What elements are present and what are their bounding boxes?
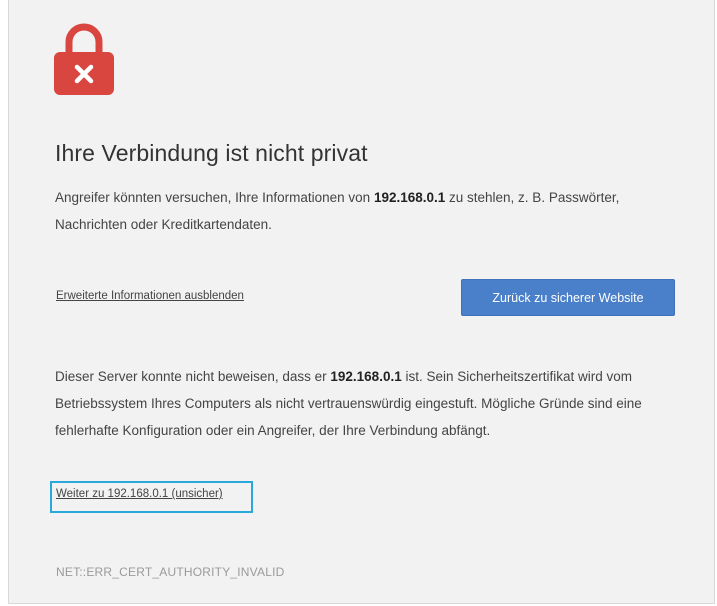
explanation-text-before: Dieser Server konnte nicht beweisen, das… xyxy=(55,369,331,384)
page-title: Ihre Verbindung ist nicht privat xyxy=(55,140,368,166)
explanation-host: 192.168.0.1 xyxy=(330,369,402,384)
intro-host: 192.168.0.1 xyxy=(373,190,446,205)
explanation-text: Dieser Server konnte nicht beweisen, das… xyxy=(55,363,685,444)
back-to-safety-button[interactable]: Zurück zu sicherer Website xyxy=(461,279,675,316)
intro-text: Angreifer könnten versuchen, Ihre Inform… xyxy=(55,184,655,238)
error-code: NET::ERR_CERT_AUTHORITY_INVALID xyxy=(56,565,285,579)
interstitial-panel: Ihre Verbindung ist nicht privat Angreif… xyxy=(8,0,715,604)
hide-details-link[interactable]: Erweiterte Informationen ausblenden xyxy=(56,290,244,302)
page: Ihre Verbindung ist nicht privat Angreif… xyxy=(0,0,717,606)
proceed-unsafe-link[interactable]: Weiter zu 192.168.0.1 (unsicher) xyxy=(56,488,223,500)
intro-text-before: Angreifer könnten versuchen, Ihre Inform… xyxy=(55,190,374,205)
broken-lock-icon xyxy=(54,23,114,95)
